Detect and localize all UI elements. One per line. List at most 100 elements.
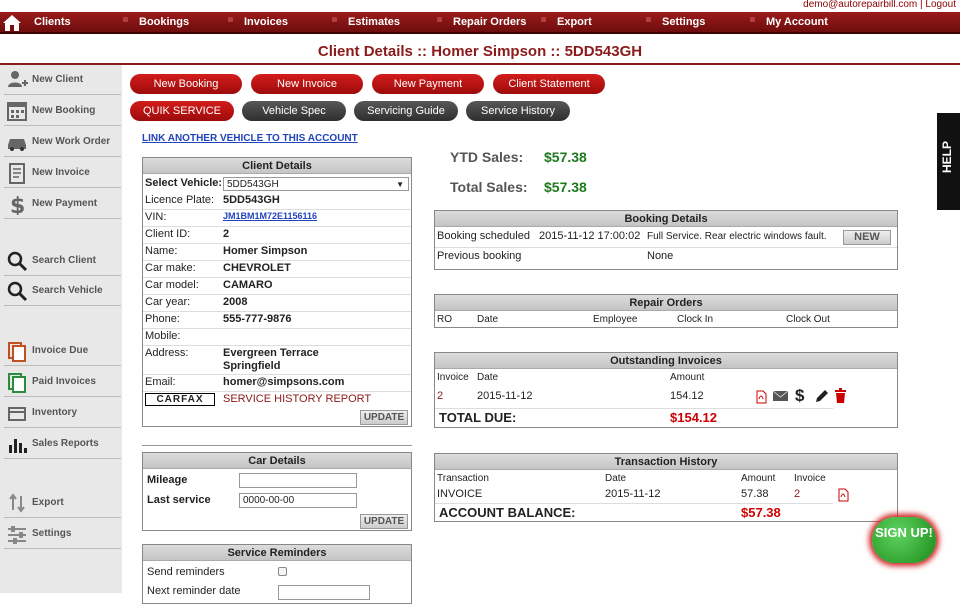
transaction-invoice-link[interactable]: 2 [794, 488, 800, 500]
send-reminders-checkbox[interactable] [278, 567, 287, 576]
update-client-button[interactable]: UPDATE [360, 410, 408, 425]
nav-bookings[interactable]: Bookings [139, 16, 189, 28]
page-title: Client Details :: Homer Simpson :: 5DD54… [317, 43, 643, 60]
sidebar-item-invoice-due[interactable]: Invoice Due [4, 336, 121, 366]
column-header: Date [605, 473, 627, 484]
pdf-icon[interactable] [837, 488, 850, 502]
nav-settings[interactable]: Settings [662, 16, 705, 28]
row-divider [143, 226, 411, 227]
last-service-label: Last service [147, 494, 211, 506]
quik-service-button[interactable]: QUIK SERVICE [130, 101, 234, 121]
panel-title: Client Details [143, 158, 411, 174]
sidebar-item-new-payment[interactable]: $ New Payment [4, 189, 121, 219]
total-sales-value: $57.38 [544, 179, 587, 195]
logout-link[interactable]: Logout [925, 0, 956, 10]
main-nav: Clients Bookings Invoices Estimates Repa… [0, 12, 960, 34]
sidebar: New Client New Booking New Work Order Ne… [0, 65, 122, 593]
section-divider [142, 445, 412, 446]
previous-booking-value: None [647, 250, 674, 262]
svg-text:$: $ [10, 194, 25, 215]
link-vehicle-link[interactable]: LINK ANOTHER VEHICLE TO THIS ACCOUNT [142, 133, 358, 144]
sidebar-item-inventory[interactable]: Inventory [4, 398, 121, 428]
row-divider [143, 345, 411, 346]
car-icon [6, 131, 28, 153]
invoice-number-link[interactable]: 2 [437, 390, 443, 402]
sign-up-button[interactable]: SIGN UP! [872, 517, 936, 563]
home-icon[interactable] [2, 14, 22, 32]
dollar-icon: $ [6, 193, 28, 219]
column-header: Clock In [677, 314, 714, 325]
sidebar-item-new-client[interactable]: New Client [4, 65, 121, 95]
servicing-guide-button[interactable]: Servicing Guide [354, 101, 458, 121]
sidebar-item-search-client[interactable]: Search Client [4, 246, 121, 276]
transaction-history-panel: Transaction History Transaction Date Amo… [434, 453, 898, 522]
dollar-icon[interactable]: $ [795, 386, 807, 405]
service-history-button[interactable]: Service History [466, 101, 570, 121]
pencil-icon[interactable] [814, 388, 830, 404]
sidebar-item-settings[interactable]: Settings [4, 519, 121, 549]
column-header: Invoice [794, 473, 826, 484]
sidebar-item-sales-reports[interactable]: Sales Reports [4, 429, 121, 459]
help-tab[interactable]: HELP [937, 113, 960, 210]
service-reminders-panel: Service Reminders Send reminders Next re… [142, 544, 412, 604]
nav-clients[interactable]: Clients [34, 16, 71, 28]
trash-icon[interactable] [834, 388, 847, 404]
row-divider [143, 311, 411, 312]
booking-details-panel: Booking Details Booking scheduled 2015-1… [434, 210, 898, 270]
nav-estimates[interactable]: Estimates [348, 16, 400, 28]
carfax-logo[interactable]: CARFAX [145, 393, 215, 406]
new-booking-small-button[interactable]: NEW [843, 230, 891, 245]
name-value: Homer Simpson [223, 245, 308, 257]
nav-separator [646, 17, 651, 22]
select-vehicle-dropdown[interactable]: 5DD543GH ▼ [223, 177, 409, 191]
nav-repair-orders[interactable]: Repair Orders [453, 16, 526, 28]
column-header: Invoice [437, 372, 469, 383]
previous-booking-label: Previous booking [437, 250, 522, 262]
box-icon [6, 402, 28, 424]
user-email[interactable]: demo@autorepairbill.com [803, 0, 917, 10]
mileage-input[interactable] [239, 473, 357, 488]
update-car-button[interactable]: UPDATE [360, 514, 408, 529]
car-make-label: Car make: [145, 262, 196, 274]
nav-invoices[interactable]: Invoices [244, 16, 288, 28]
email-icon[interactable] [772, 389, 789, 403]
sidebar-item-new-booking[interactable]: New Booking [4, 96, 121, 126]
email-value: homer@simpsons.com [223, 376, 345, 388]
vehicle-spec-button[interactable]: Vehicle Spec [242, 101, 346, 121]
row-divider [435, 503, 833, 504]
last-service-input[interactable]: 0000-00-00 [239, 493, 357, 508]
column-header: Transaction [437, 473, 489, 484]
sidebar-item-label: Export [32, 497, 64, 508]
sidebar-item-new-invoice[interactable]: New Invoice [4, 158, 121, 188]
select-vehicle-value: 5DD543GH [227, 179, 279, 190]
panel-title: Transaction History [435, 454, 897, 470]
new-invoice-button[interactable]: New Invoice [251, 74, 363, 94]
new-payment-button[interactable]: New Payment [372, 74, 484, 94]
new-booking-button[interactable]: New Booking [130, 74, 242, 94]
column-header: Amount [741, 473, 776, 484]
client-id-value: 2 [223, 228, 230, 240]
panel-title: Service Reminders [143, 545, 411, 561]
transaction-date: 2015-11-12 [605, 488, 661, 500]
pdf-icon[interactable] [755, 390, 768, 404]
user-links: demo@autorepairbill.com | Logout [803, 0, 956, 10]
send-reminders-label: Send reminders [147, 566, 225, 578]
vin-link[interactable]: JM1BM1M72E1156116 [223, 211, 317, 221]
column-header: Employee [593, 314, 638, 325]
row-divider [143, 260, 411, 261]
service-history-report-link[interactable]: SERVICE HISTORY REPORT [223, 393, 371, 405]
name-label: Name: [145, 245, 178, 257]
sidebar-item-search-vehicle[interactable]: Search Vehicle [4, 276, 121, 306]
nav-my-account[interactable]: My Account [766, 16, 828, 28]
title-divider [0, 63, 960, 65]
client-statement-button[interactable]: Client Statement [493, 74, 605, 94]
nav-export[interactable]: Export [557, 16, 592, 28]
column-header: RO [437, 314, 452, 325]
total-due-label: TOTAL DUE: [439, 410, 517, 425]
address-line2: Springfield [223, 360, 281, 372]
sidebar-item-export[interactable]: Export [4, 488, 121, 518]
car-model-value: CAMARO [223, 279, 273, 291]
booking-scheduled-desc: Full Service. Rear electric windows faul… [647, 231, 827, 242]
sidebar-item-new-work-order[interactable]: New Work Order [4, 127, 121, 157]
sidebar-item-paid-invoices[interactable]: Paid Invoices [4, 367, 121, 397]
